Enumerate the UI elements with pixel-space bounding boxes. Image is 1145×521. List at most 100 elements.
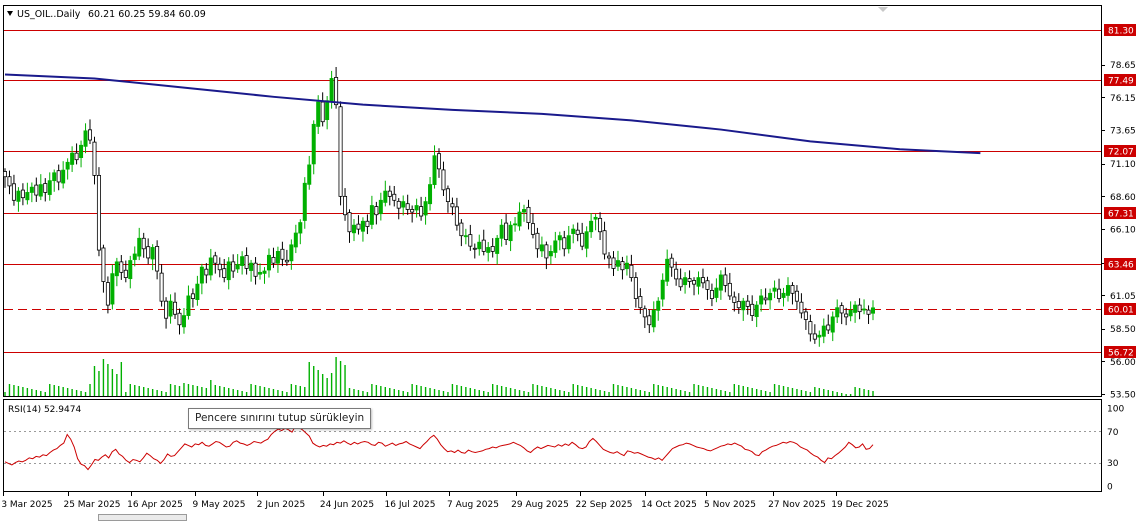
- candle-body: [535, 232, 540, 250]
- candle-body: [61, 169, 66, 184]
- candle-body: [325, 100, 330, 121]
- candle-body: [732, 296, 737, 303]
- rsi-tick-label: 30: [1107, 459, 1119, 469]
- candle-body: [477, 241, 482, 250]
- candle-body: [486, 247, 491, 253]
- candle-body: [490, 246, 495, 252]
- time-tick-label: 14 Oct 2025: [641, 500, 697, 510]
- candle-body: [65, 161, 70, 170]
- candle-body: [20, 189, 25, 199]
- time-tick-label: 9 May 2025: [193, 500, 246, 510]
- candle-body: [96, 175, 101, 251]
- candle-body: [146, 246, 151, 259]
- candle-body: [436, 153, 441, 170]
- candle-body: [356, 223, 361, 230]
- price-tick-label: 66.10: [1110, 226, 1136, 236]
- candle-body: [665, 258, 670, 282]
- candle-body: [222, 268, 227, 278]
- candle-body: [445, 188, 450, 203]
- time-tick-label: 29 Aug 2025: [511, 500, 569, 510]
- candle-body: [441, 169, 446, 191]
- candle-body: [369, 205, 374, 225]
- candle-body: [213, 255, 218, 264]
- candle-body: [396, 200, 401, 209]
- candle-body: [544, 244, 549, 259]
- candle-body: [43, 183, 48, 193]
- symbol-label: US_OIL..Daily: [17, 9, 81, 20]
- candle-body: [638, 296, 643, 309]
- menu-triangle-icon[interactable]: [7, 11, 13, 16]
- candle-body: [266, 254, 271, 271]
- candle-body: [11, 183, 16, 201]
- candle-body: [530, 223, 535, 235]
- candle-body: [481, 239, 486, 252]
- rsi-tick-label: 100: [1107, 405, 1124, 415]
- candle-body: [683, 277, 688, 286]
- rsi-label: RSI(14) 52.9474: [8, 405, 81, 415]
- candle-body: [862, 308, 867, 311]
- candle-body: [736, 301, 741, 309]
- candle-body: [253, 262, 258, 277]
- candle-body: [423, 201, 428, 216]
- candle-body: [231, 261, 236, 272]
- price-tick-label: 68.60: [1110, 193, 1136, 203]
- chart-window[interactable]: US_OIL..Daily 60.21 60.25 59.84 60.09 RS…: [0, 0, 1145, 521]
- candle-body: [186, 295, 191, 316]
- candle-body: [347, 212, 352, 233]
- candle-body: [83, 130, 88, 147]
- level-tag-label: 81.30: [1108, 27, 1134, 37]
- price-tick-label: 71.10: [1110, 160, 1136, 170]
- candle-body: [513, 223, 518, 226]
- candle-body: [785, 285, 790, 296]
- candle-body: [745, 300, 750, 307]
- candle-body: [508, 224, 513, 242]
- chart-canvas[interactable]: US_OIL..Daily 60.21 60.25 59.84 60.09 RS…: [0, 0, 1145, 519]
- candle-body: [159, 272, 164, 302]
- candle-body: [419, 206, 424, 217]
- level-tag-label: 77.49: [1108, 77, 1134, 87]
- candle-body: [562, 237, 567, 250]
- candle-body: [181, 315, 186, 328]
- scroll-marker-icon[interactable]: [878, 7, 888, 12]
- price-tick-label: 56.00: [1110, 358, 1136, 368]
- rsi-indicator: 100 70 30 0: [4, 405, 1124, 493]
- candle-body: [235, 264, 240, 270]
- candle-body: [316, 101, 321, 127]
- candle-body: [311, 123, 316, 165]
- candle-body: [727, 282, 732, 297]
- candle-body: [52, 172, 57, 182]
- candle-body: [696, 277, 701, 287]
- drag-tooltip: Pencere sınırını tutup sürükleyin: [188, 408, 372, 429]
- candle-body: [539, 244, 544, 252]
- candle-body: [584, 231, 589, 249]
- moving-average-line: [4, 73, 981, 155]
- candle-body: [432, 155, 437, 185]
- candle-body: [70, 152, 75, 165]
- candle-body: [56, 170, 61, 183]
- candle-body: [620, 261, 625, 271]
- candle-body: [495, 237, 500, 254]
- candle-body: [709, 290, 714, 299]
- candle-body: [450, 203, 455, 208]
- time-tick-label: 22 Sep 2025: [575, 500, 632, 510]
- candle-body: [835, 307, 840, 318]
- candle-body: [284, 259, 289, 263]
- candle-body: [678, 278, 683, 288]
- candle-body: [629, 264, 634, 278]
- candle-body: [763, 297, 768, 301]
- candle-body: [374, 206, 379, 216]
- ohlc-readout: 60.21 60.25 59.84 60.09: [88, 9, 206, 20]
- candle-body: [378, 199, 383, 215]
- candle-body: [468, 234, 473, 247]
- scrollbar-thumb[interactable]: [98, 514, 187, 521]
- candle-body: [808, 321, 813, 335]
- candle-body: [383, 190, 388, 203]
- candle-body: [772, 287, 777, 292]
- price-tick-label: 53.50: [1110, 391, 1136, 401]
- candle-body: [3, 171, 8, 178]
- candle-body: [164, 300, 169, 319]
- candle-body: [329, 78, 334, 103]
- candle-body: [826, 324, 831, 331]
- candle-body: [365, 220, 370, 227]
- candle-body: [168, 300, 173, 317]
